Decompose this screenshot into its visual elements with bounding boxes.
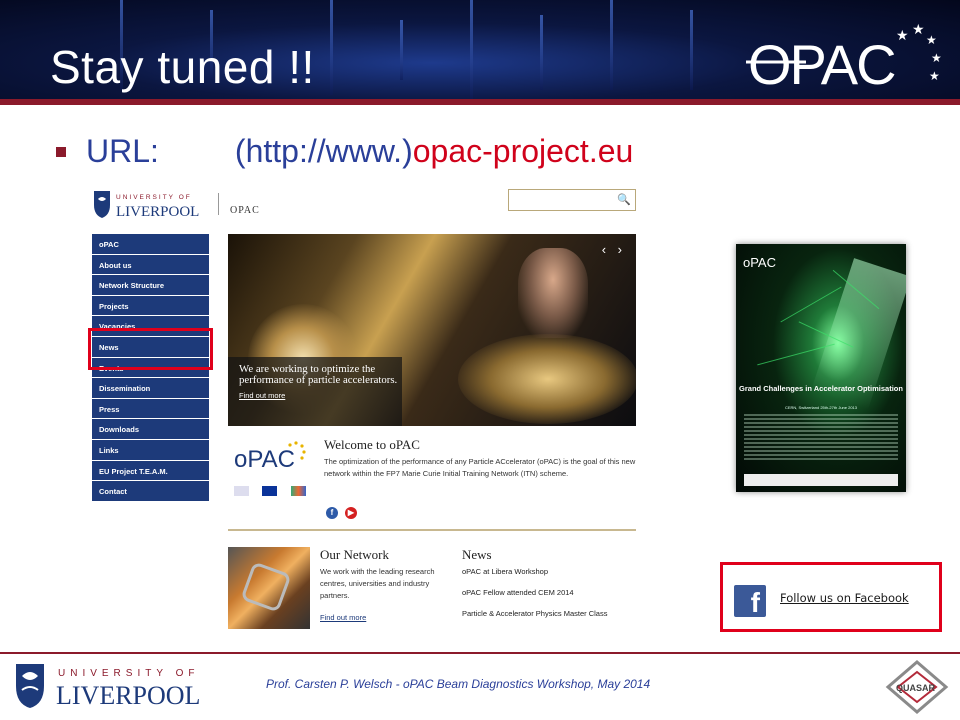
url-prefix: (http://www.) xyxy=(234,133,413,169)
facebook-icon[interactable]: f xyxy=(734,585,766,617)
nav-item-about-us[interactable]: About us xyxy=(92,254,209,276)
footer-divider xyxy=(0,652,960,654)
news-highlight-box xyxy=(88,328,213,370)
carousel-arrows-icon[interactable]: ‹ › xyxy=(602,242,626,257)
svg-text:UNIVERSITY OF: UNIVERSITY OF xyxy=(116,194,192,201)
poster-subheading: CERN, Switzerland 25th-27th June 2013 xyxy=(784,405,858,410)
nav-item-network-structure[interactable]: Network Structure xyxy=(92,275,209,296)
svg-text:oPAC: oPAC xyxy=(234,446,295,473)
news-item[interactable]: Particle & Accelerator Physics Master Cl… xyxy=(462,609,638,630)
network-image xyxy=(228,547,310,629)
bullet-icon xyxy=(56,147,66,157)
footer-university-logo: UNIVERSITY OF LIVERPOOL xyxy=(16,664,200,710)
divider xyxy=(228,529,636,531)
facebook-icon[interactable]: f xyxy=(326,507,338,519)
youtube-icon[interactable]: ▶ xyxy=(345,507,357,519)
svg-text:★: ★ xyxy=(912,21,925,37)
partner-logo-icon xyxy=(290,486,306,496)
nav-item-press[interactable]: Press xyxy=(92,398,209,420)
hero-find-out-more-link[interactable]: Find out more xyxy=(239,391,402,400)
hero-caption: We are working to optimize the performan… xyxy=(228,357,402,426)
opac-logo-text: OPAC xyxy=(748,33,895,96)
follow-facebook-link[interactable]: Follow us on Facebook xyxy=(780,591,909,605)
site-search-input[interactable]: 🔍 xyxy=(508,189,636,211)
url-domain-link[interactable]: opac-project.eu xyxy=(413,133,634,169)
hero-banner: ‹ › We are working to optimize the perfo… xyxy=(228,234,636,426)
svg-text:QUASAR: QUASAR xyxy=(896,683,936,693)
network-find-out-more-link[interactable]: Find out more xyxy=(320,613,366,622)
partner-flags xyxy=(234,483,315,501)
nav-item-opac[interactable]: oPAC xyxy=(92,234,209,255)
svg-text:★: ★ xyxy=(931,51,942,65)
poster-heading: Grand Challenges in Accelerator Optimisa… xyxy=(739,384,903,393)
university-logo: UNIVERSITY OF LIVERPOOL xyxy=(94,191,199,219)
url-bullet: URL: (http://www.)opac-project.eu xyxy=(56,133,633,170)
welcome-opac-logo: oPAC xyxy=(234,441,306,473)
network-text: We work with the leading research centre… xyxy=(320,567,435,600)
site-opac-label: OPAC xyxy=(230,205,260,216)
quasar-logo: QUASAR xyxy=(885,660,949,714)
social-icons: f ▶ xyxy=(326,502,364,520)
poster-opac-logo: oPAC xyxy=(743,255,776,270)
nav-item-links[interactable]: Links xyxy=(92,439,209,461)
svg-text:★: ★ xyxy=(929,69,940,83)
welcome-title: Welcome to oPAC xyxy=(324,437,420,452)
svg-text:oPAC: oPAC xyxy=(743,255,776,270)
slide-title: Stay tuned !! xyxy=(50,41,315,93)
news-item[interactable]: oPAC Fellow attended CEM 2014 xyxy=(462,588,638,609)
svg-text:LIVERPOOL: LIVERPOOL xyxy=(116,204,199,219)
welcome-text: The optimization of the performance of a… xyxy=(324,457,636,478)
svg-text:★: ★ xyxy=(896,27,909,43)
url-label: URL: xyxy=(86,133,159,169)
news-item[interactable]: oPAC at Libera Workshop xyxy=(462,567,638,588)
nav-item-contact[interactable]: Contact xyxy=(92,481,209,502)
news-title: News xyxy=(462,547,492,562)
search-icon[interactable]: 🔍 xyxy=(617,193,631,206)
footer-credit: Prof. Carsten P. Welsch - oPAC Beam Diag… xyxy=(266,677,651,691)
hero-caption-text: We are working to optimize the performan… xyxy=(239,363,398,386)
nav-item-downloads[interactable]: Downloads xyxy=(92,419,209,440)
nav-item-projects[interactable]: Projects xyxy=(92,295,209,317)
opac-logo: OPAC ★ ★ ★ ★ ★ xyxy=(746,21,942,96)
partner-logo-icon xyxy=(234,486,249,496)
network-title: Our Network xyxy=(320,547,389,562)
poster-sponsor-logos xyxy=(744,474,898,486)
eu-flag-icon xyxy=(262,486,278,496)
conference-poster: oPAC Grand Challenges in Accelerator Opt… xyxy=(736,244,906,492)
svg-text:LIVERPOOL: LIVERPOOL xyxy=(56,681,200,710)
svg-text:★: ★ xyxy=(926,33,937,47)
nav-item-eu-project-team[interactable]: EU Project T.E.A.M. xyxy=(92,460,209,482)
nav-item-dissemination[interactable]: Dissemination xyxy=(92,378,209,399)
news-list: oPAC at Libera Workshop oPAC Fellow atte… xyxy=(462,567,638,630)
svg-text:UNIVERSITY OF: UNIVERSITY OF xyxy=(58,668,200,679)
website-screenshot: UNIVERSITY OF LIVERPOOL OPAC 🔍 oPAC Abou… xyxy=(88,185,640,630)
